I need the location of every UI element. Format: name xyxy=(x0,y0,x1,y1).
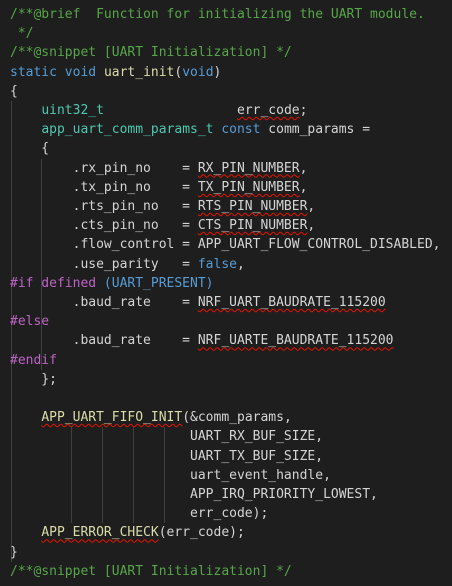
code-line: app_uart_comm_params_t const comm_params… xyxy=(10,120,370,139)
code-token: #endif xyxy=(10,352,57,368)
code-line: #else xyxy=(10,312,49,331)
code-token: CTS_PIN_NUMBER xyxy=(197,218,308,234)
code-token: void xyxy=(64,64,97,80)
code-line: .rts_pin_no = RTS_PIN_NUMBER, xyxy=(10,197,316,216)
code-token: (err_code); xyxy=(158,525,245,541)
code-token: , xyxy=(307,218,316,234)
code-line: APP_IRQ_PRIORITY_LOWEST, xyxy=(10,485,378,504)
code-token: /**@snippet [UART Initialization] */ xyxy=(10,563,292,579)
code-token: err_code); xyxy=(10,506,269,522)
code-editor[interactable]: /**@brief Function for initializing the … xyxy=(0,0,452,586)
code-token: .tx_pin_no = xyxy=(10,179,198,195)
code-token: APP_UART_FIFO_INIT xyxy=(41,410,183,426)
code-line: /**@brief Function for initializing the … xyxy=(10,5,425,24)
code-line: .baud_rate = NRF_UART_BAUDRATE_115200 xyxy=(10,293,386,312)
code-token: { xyxy=(10,141,50,157)
code-token: } xyxy=(10,544,18,560)
code-line: } xyxy=(10,543,18,562)
code-line: }; xyxy=(10,370,57,389)
code-token: .baud_rate = xyxy=(10,295,198,310)
code-token: uart_event_handle, xyxy=(10,467,331,483)
code-line: #if defined (UART_PRESENT) xyxy=(10,274,214,293)
code-line: static void uart_init(void) xyxy=(10,63,221,82)
code-token: UART_RX_BUF_SIZE, xyxy=(10,429,324,445)
code-token: .flow_control = APP_UART_FLOW_CONTROL_DI… xyxy=(10,237,441,253)
code-token: RTS_PIN_NUMBER xyxy=(197,199,308,214)
code-line: { xyxy=(10,82,18,101)
code-token: .baud_rate = xyxy=(10,333,198,349)
code-line: err_code); xyxy=(10,504,268,523)
code-token: static xyxy=(10,64,57,80)
code-line: .baud_rate = NRF_UARTE_BAUDRATE_115200 xyxy=(10,331,394,350)
code-token: app_uart_comm_params_t xyxy=(41,122,214,138)
code-token: RX_PIN_NUMBER xyxy=(197,160,300,176)
code-line: { xyxy=(10,139,49,158)
code-token: /**@snippet [UART Initialization] */ xyxy=(10,45,292,61)
code-line: .use_parity = false, xyxy=(10,255,245,274)
code-token: , xyxy=(299,160,308,176)
code-token: UART_TX_BUF_SIZE, xyxy=(10,448,324,464)
code-line: APP_ERROR_CHECK(err_code); xyxy=(10,523,245,542)
code-token: .rx_pin_no = xyxy=(10,160,198,176)
code-token: { xyxy=(10,83,18,99)
code-token: /**@brief Function for initializing the … xyxy=(10,7,425,22)
code-token: const xyxy=(221,122,261,138)
code-token: NRF_UART_BAUDRATE_115200 xyxy=(197,295,386,310)
code-token: .rts_pin_no = xyxy=(10,199,198,214)
code-token: comm_params = xyxy=(260,122,371,138)
code-token: false xyxy=(197,256,237,272)
code-line: APP_UART_FIFO_INIT(&comm_params, xyxy=(10,408,292,427)
code-token: void xyxy=(182,64,214,80)
code-line: .cts_pin_no = CTS_PIN_NUMBER, xyxy=(10,216,316,235)
code-line: uart_event_handle, xyxy=(10,466,331,485)
code-token: }; xyxy=(10,371,57,387)
code-line: /**@snippet [UART Initialization] */ xyxy=(10,562,292,581)
code-line: uint32_t err_code; xyxy=(10,101,307,120)
code-token: ; xyxy=(299,103,308,118)
code-line: .rx_pin_no = RX_PIN_NUMBER, xyxy=(10,159,308,178)
code-token: #else xyxy=(10,314,50,330)
code-line: */ xyxy=(10,24,34,43)
code-token: APP_ERROR_CHECK xyxy=(41,525,159,541)
code-token: , xyxy=(299,179,308,195)
code-line: .tx_pin_no = TX_PIN_NUMBER, xyxy=(10,178,308,197)
code-line: /**@snippet [UART Initialization] */ xyxy=(10,43,292,62)
code-token: */ xyxy=(10,26,34,42)
code-line: .flow_control = APP_UART_FLOW_CONTROL_DI… xyxy=(10,235,441,254)
code-token: .cts_pin_no = xyxy=(10,218,198,234)
code-token: ) xyxy=(213,64,222,80)
code-token: uint32_t xyxy=(41,103,104,118)
code-line: UART_TX_BUF_SIZE, xyxy=(10,447,323,466)
code-token: , xyxy=(236,256,245,272)
code-token: .use_parity = xyxy=(10,256,198,272)
code-token: TX_PIN_NUMBER xyxy=(197,179,300,195)
code-token: (UART_PRESENT) xyxy=(96,275,214,291)
code-token: err_code xyxy=(237,103,300,118)
code-token: uart_init xyxy=(103,64,175,80)
code-token: NRF_UARTE_BAUDRATE_115200 xyxy=(197,333,394,349)
code-token: #if defined xyxy=(10,275,97,291)
code-token: , xyxy=(307,199,316,214)
code-line: UART_RX_BUF_SIZE, xyxy=(10,427,323,446)
code-line: #endif xyxy=(10,351,57,370)
code-token: APP_IRQ_PRIORITY_LOWEST, xyxy=(10,487,378,502)
code-token: (&comm_params, xyxy=(182,410,292,426)
